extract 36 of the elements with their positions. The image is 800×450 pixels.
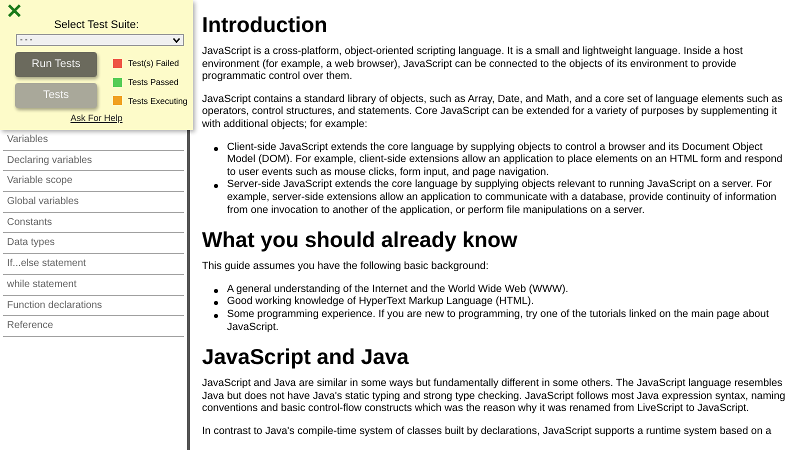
sidebar-link[interactable]: Declaring variables [3,150,184,172]
help-link[interactable]: Ask For Help [0,112,193,126]
paragraph: JavaScript contains a standard library of objects, such as Array, Date, and Math, and a core set of language elements such as operators, control structures, and statements. Core JavaScript can be extended for a variety of purposes by supplementing it with additional objects; for example: [202,94,784,132]
legend-label: Tests Executing [128,94,188,108]
list-item: Some programming experience. If you are new to programming, try one of the tutorials linked on the main page about JavaScript. [227,308,769,332]
bullet-icon [214,184,218,188]
section-heading: JavaScript and Java [202,344,410,370]
paragraph: In contrast to Java's compile-time system of classes built by declarations, JavaScript supports a runtime system based on a [202,426,772,438]
legend-label: Test(s) Failed [128,57,180,70]
list-item: Server-side JavaScript extends the core language by supplying objects relevant to running JavaScript on a server. For example, server-side extensions allow an application to communicate with a database, provide continuity of information from one invocation to another of the application, or perform file manipulations on a server. [227,179,776,216]
sidebar-link[interactable]: Function declarations [3,296,184,316]
bullet-icon [214,314,218,318]
sidebar-link[interactable]: Global variables [3,192,184,213]
sidebar-link[interactable]: Variable scope [3,171,184,192]
section-heading: What you should already know [202,227,518,254]
sidebar-link[interactable]: while statement [3,274,184,296]
bullet-icon [214,146,218,151]
paragraph: JavaScript and Java are similar in some ways but fundamentally different in some others. The JavaScript language resembles Java but does not have Java's static typing and strong type checking. JavaScript follows most Java expression syntax, naming conventions and basic control-flow constructs which was the reason why it was renamed from LiveScript to JavaScript. [202,378,786,416]
run-tests-button[interactable]: Run Tests [15,52,97,77]
close-button[interactable]: ✕ [6,2,23,22]
caret-icon [173,38,180,42]
legend-label: Tests Passed [128,76,179,88]
sidebar-link[interactable]: Data types [3,233,184,254]
list-item: Good working knowledge of HyperText Markup Language (HTML). [227,296,534,308]
list-item: A general understanding of the Internet and the World Wide Web (WWW). [227,284,568,295]
paragraph: JavaScript is a cross-platform, object-oriented scripting language. It is a small and lightweight language. Inside a host environment (for example, a web browser), JavaScript can be connected to the objects of its environment to provide programmatic control over them. [202,46,744,84]
paragraph: This guide assumes you have the following basic background: [202,261,490,274]
sidebar-link[interactable]: If...else statement [3,254,184,275]
suite-select[interactable]: - - - [16,34,184,46]
sidebar-link[interactable]: Constants [3,212,184,234]
panel-heading: Select Test Suite: [53,18,140,33]
bullet-icon [214,301,218,306]
list-item: Client-side JavaScript extends the core language by supplying objects to control a browser and its Document Object Model (DOM). For example, client-side extensions allow an application to place elements on an HTML form and respond to user events such as mouse clicks, form input, and page navigation. [227,142,782,178]
section-heading: Introduction [202,12,328,38]
bullet-icon [214,288,218,293]
sidebar-link[interactable]: Reference [3,316,184,337]
